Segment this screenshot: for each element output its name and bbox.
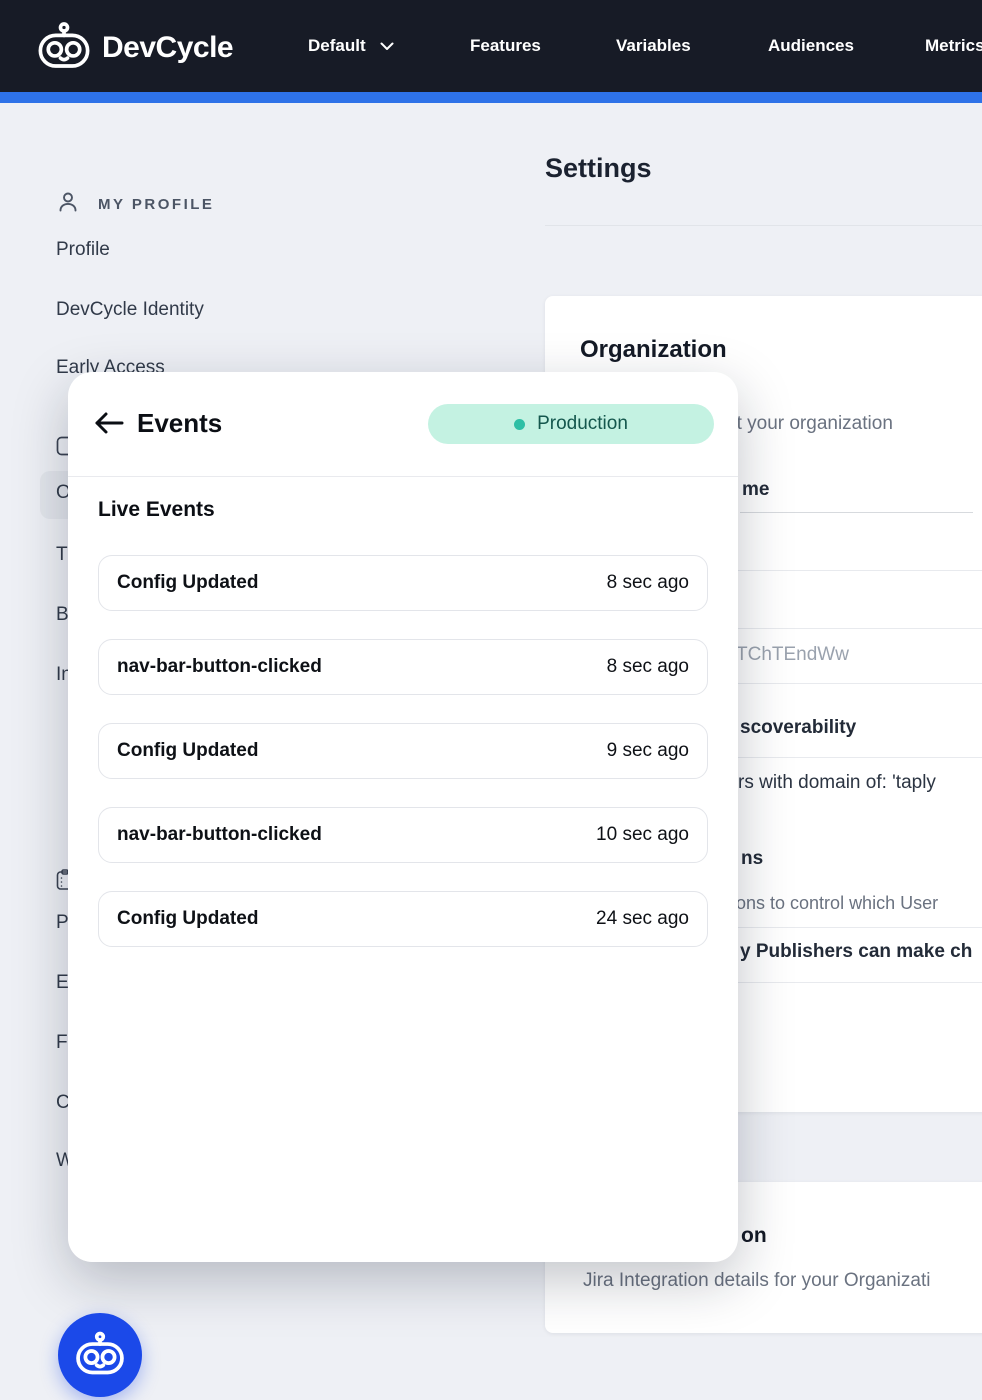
sidebar-item-clipped-p[interactable]: P <box>56 912 69 934</box>
nav-link-audiences[interactable]: Audiences <box>768 36 854 56</box>
sidebar-item-clipped-b[interactable]: B <box>56 604 69 626</box>
sidebar-item-clipped-t[interactable]: T <box>56 544 68 566</box>
sidebar-item-devcycle-identity[interactable]: DevCycle Identity <box>56 299 204 321</box>
divider <box>545 225 982 226</box>
devcycle-logo[interactable]: DevCycle <box>36 22 233 73</box>
event-row[interactable]: Config Updated 9 sec ago <box>98 723 708 779</box>
chevron-down-icon <box>380 36 394 56</box>
brand-name: DevCycle <box>102 31 233 65</box>
event-row[interactable]: Config Updated 8 sec ago <box>98 555 708 611</box>
nav-link-features[interactable]: Features <box>470 36 541 56</box>
event-time: 8 sec ago <box>607 656 689 678</box>
event-name: nav-bar-button-clicked <box>117 824 322 846</box>
event-time: 8 sec ago <box>607 572 689 594</box>
organization-name-input-underline[interactable] <box>740 512 973 513</box>
project-selector[interactable]: Default <box>308 36 394 56</box>
person-icon <box>56 190 80 219</box>
publishers-setting-fragment: y Publishers can make ch <box>740 941 972 963</box>
modal-title: Events <box>137 408 222 439</box>
event-row[interactable]: Config Updated 24 sec ago <box>98 891 708 947</box>
modal-header: Events Production <box>68 372 738 477</box>
permissions-desc-fragment: ons to control which User <box>736 893 938 914</box>
event-time: 24 sec ago <box>596 908 689 930</box>
nav-link-variables[interactable]: Variables <box>616 36 691 56</box>
devcycle-assistant-button[interactable] <box>58 1313 142 1397</box>
domain-rule-fragment: rs with domain of: 'taply <box>738 772 936 794</box>
event-row[interactable]: nav-bar-button-clicked 10 sec ago <box>98 807 708 863</box>
sidebar-section-label: MY PROFILE <box>98 196 214 213</box>
organization-name-label-fragment: me <box>742 479 769 501</box>
jira-card-description: Jira Integration details for your Organi… <box>583 1270 982 1292</box>
event-row[interactable]: nav-bar-button-clicked 8 sec ago <box>98 639 708 695</box>
environment-dot-icon <box>514 419 525 430</box>
permissions-title-fragment: ns <box>741 848 763 870</box>
back-arrow-icon[interactable] <box>93 410 125 436</box>
page-title: Settings <box>545 153 652 184</box>
event-name: nav-bar-button-clicked <box>117 656 322 678</box>
environment-badge[interactable]: Production <box>428 404 714 444</box>
robot-face-icon <box>74 1331 126 1380</box>
event-name: Config Updated <box>117 740 258 762</box>
sidebar-item-profile[interactable]: Profile <box>56 239 110 261</box>
organization-card-title: Organization <box>580 336 727 364</box>
sidebar-section-my-profile: MY PROFILE <box>56 190 214 219</box>
project-selector-label: Default <box>308 36 366 55</box>
discoverability-label-fragment: scoverability <box>740 717 856 739</box>
event-name: Config Updated <box>117 908 258 930</box>
organization-subtitle-fragment: ut your organization <box>726 413 893 435</box>
devcycle-robot-icon <box>36 22 92 73</box>
event-time: 9 sec ago <box>607 740 689 762</box>
organization-id-fragment: TChTEndWw <box>736 644 849 666</box>
accent-bar <box>0 92 982 103</box>
environment-badge-label: Production <box>537 413 628 435</box>
jira-card-title-fragment: on <box>741 1224 767 1248</box>
live-events-heading: Live Events <box>98 498 215 522</box>
live-events-modal: Events Production Live Events Config Upd… <box>68 372 738 1262</box>
event-time: 10 sec ago <box>596 824 689 846</box>
sidebar-item-clipped-e[interactable]: E <box>56 972 69 994</box>
sidebar-item-clipped-f[interactable]: F <box>56 1032 68 1054</box>
app-root: Settings Organization ut your organizati… <box>0 0 982 1400</box>
event-name: Config Updated <box>117 572 258 594</box>
nav-link-metrics[interactable]: Metrics <box>925 36 982 56</box>
